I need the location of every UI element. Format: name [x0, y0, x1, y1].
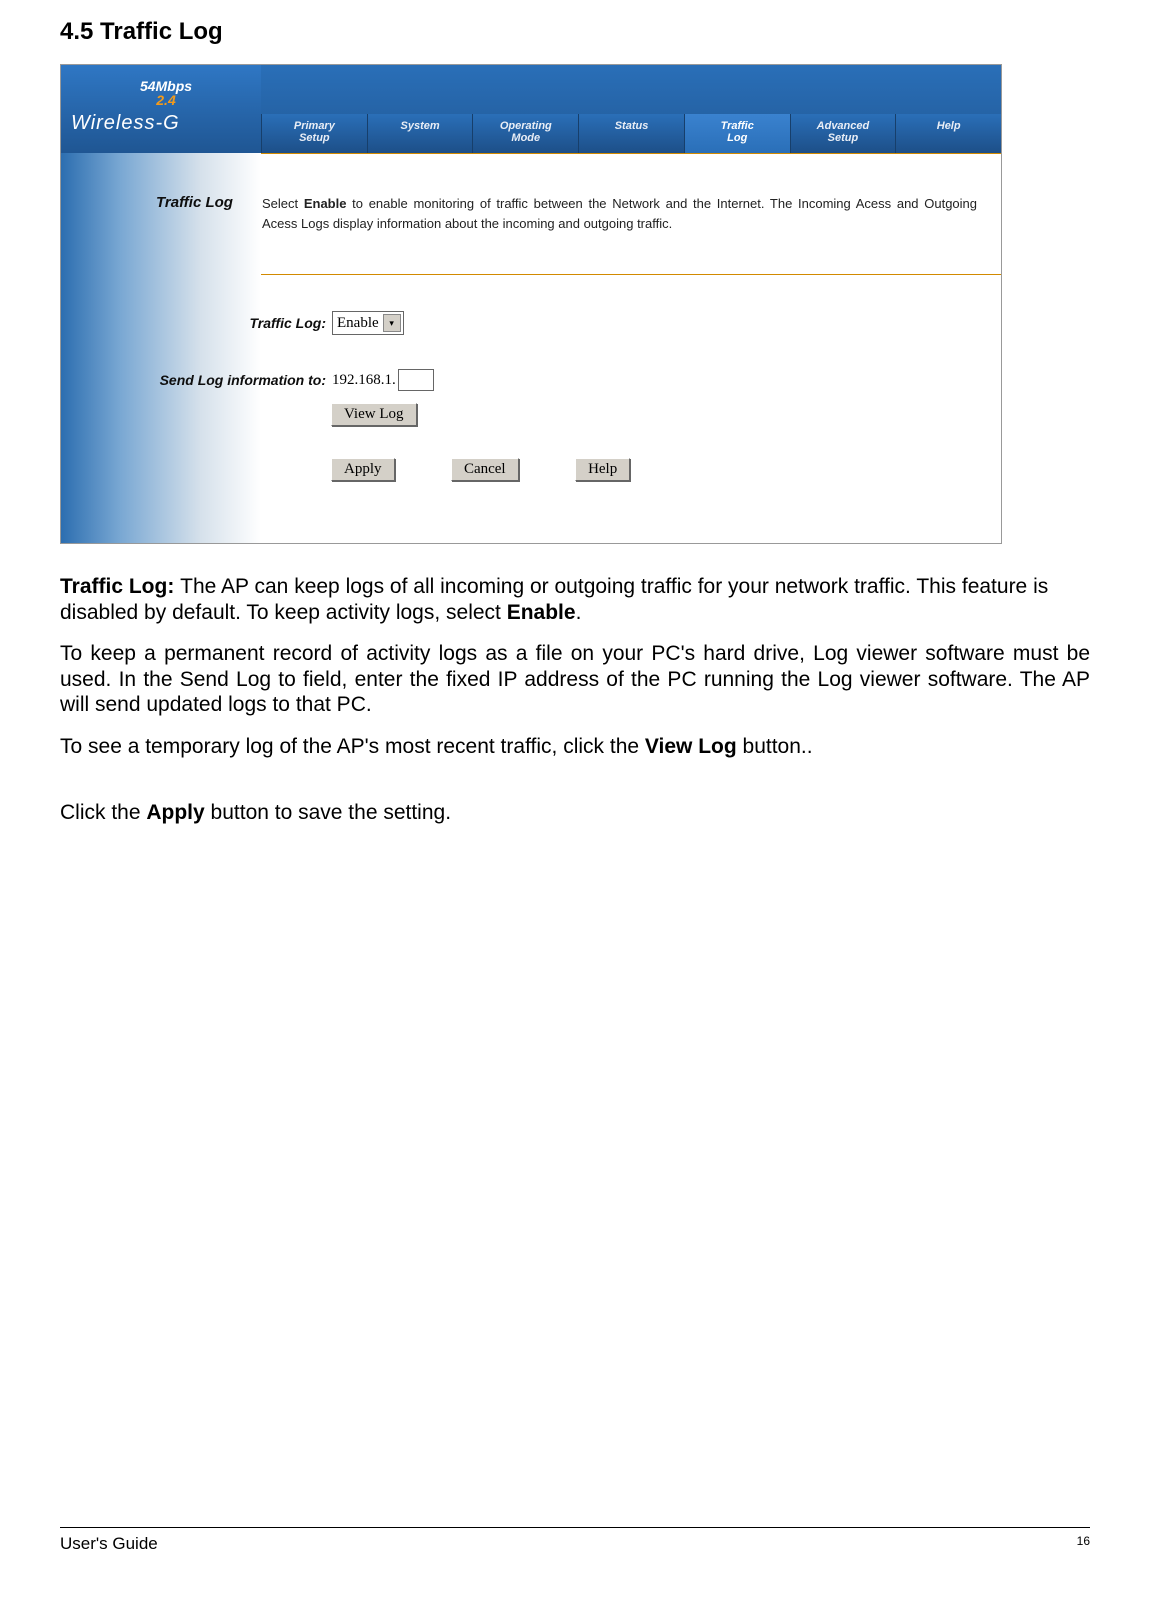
nav-tabs: PrimarySetupSystemOperatingModeStatusTra…	[261, 114, 1001, 153]
tab-operating-mode[interactable]: OperatingMode	[472, 114, 578, 153]
tab-primary-setup[interactable]: PrimarySetup	[261, 114, 367, 153]
apply-button[interactable]: Apply	[331, 458, 395, 481]
paragraph-permanent-record: To keep a permanent record of activity l…	[60, 641, 1090, 718]
ip-octet-input[interactable]	[398, 369, 434, 391]
tab-system[interactable]: System	[367, 114, 473, 153]
paragraph-view-log: To see a temporary log of the AP's most …	[60, 734, 1090, 760]
paragraph-traffic-log: Traffic Log: The AP can keep logs of all…	[60, 574, 1090, 625]
logo-band: 2.4	[71, 92, 261, 108]
view-log-button[interactable]: View Log	[331, 403, 417, 426]
send-to-label: Send Log information to:	[61, 372, 332, 388]
logo-brand: Wireless-G	[71, 112, 261, 135]
app-screenshot: 54Mbps 2.4 Wireless-G PrimarySetupSystem…	[60, 64, 1002, 544]
tab-help[interactable]: Help	[895, 114, 1001, 153]
section-description: Select Enable to enable monitoring of tr…	[262, 194, 977, 234]
traffic-log-value: Enable	[337, 315, 379, 332]
tab-status[interactable]: Status	[578, 114, 684, 153]
sidebar-gradient	[61, 153, 261, 543]
tab-advanced-setup[interactable]: AdvancedSetup	[790, 114, 896, 153]
paragraph-apply: Click the Apply button to save the setti…	[60, 800, 1090, 826]
help-button[interactable]: Help	[575, 458, 630, 481]
traffic-log-select[interactable]: Enable ▾	[332, 311, 404, 335]
section-heading: 4.5 Traffic Log	[60, 18, 1090, 46]
traffic-log-label: Traffic Log:	[61, 315, 332, 331]
footer-title: User's Guide	[60, 1534, 158, 1554]
page-footer: User's Guide 16	[60, 1527, 1090, 1554]
cancel-button[interactable]: Cancel	[451, 458, 519, 481]
tab-traffic-log[interactable]: TrafficLog	[684, 114, 790, 153]
section-title: Traffic Log	[156, 194, 157, 211]
chevron-down-icon: ▾	[383, 314, 401, 332]
ip-prefix: 192.168.1.	[332, 372, 396, 389]
logo: 54Mbps 2.4 Wireless-G	[61, 65, 261, 153]
app-header: 54Mbps 2.4 Wireless-G PrimarySetupSystem…	[61, 65, 1001, 153]
page-number: 16	[1077, 1534, 1090, 1554]
